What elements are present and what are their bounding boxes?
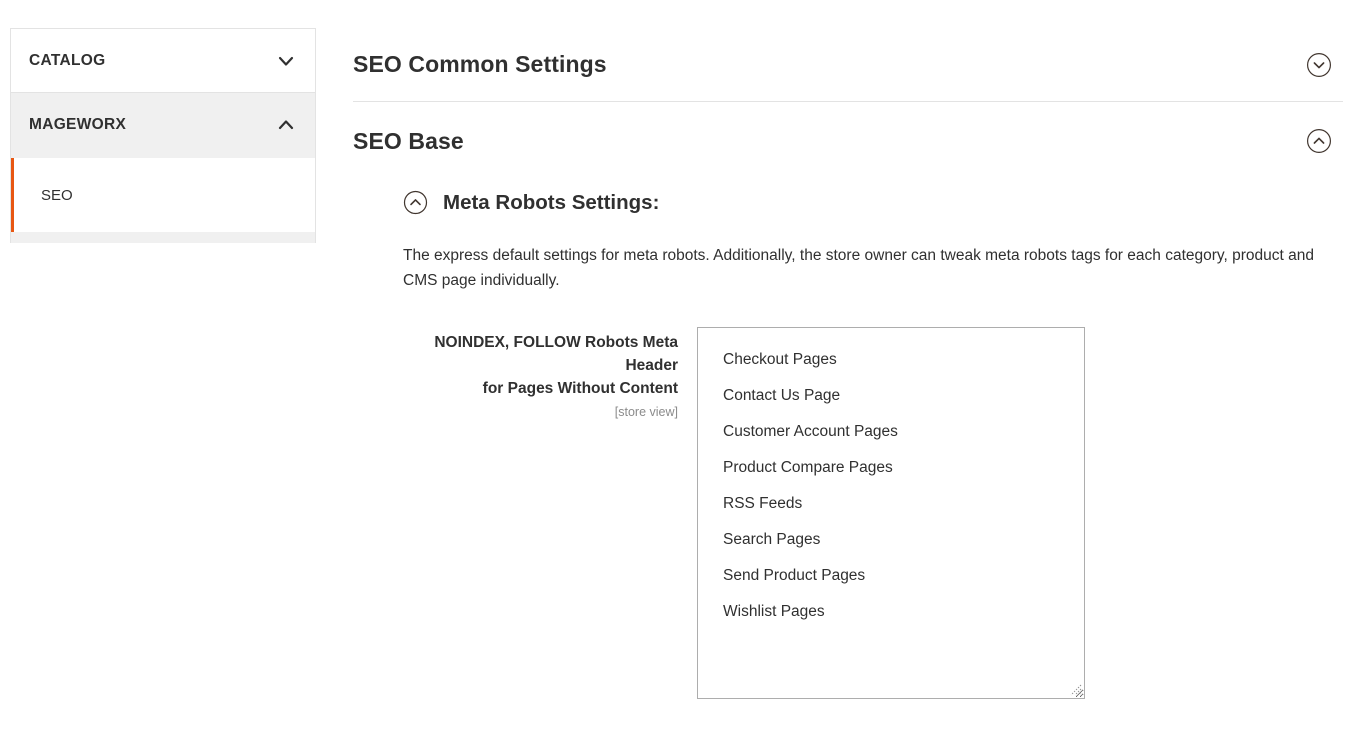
circle-chevron-down-icon[interactable] bbox=[1306, 52, 1332, 78]
sidebar-item-seo-label: SEO bbox=[41, 186, 73, 204]
sidebar-subitems: SEO bbox=[11, 158, 315, 243]
field-row-noindex-follow: NOINDEX, FOLLOW Robots Meta Header for P… bbox=[403, 327, 1343, 699]
fieldset-legend-label: Meta Robots Settings: bbox=[443, 190, 660, 214]
fieldset-comment: The express default settings for meta ro… bbox=[403, 247, 1314, 289]
chevron-up-icon bbox=[275, 114, 297, 136]
field-scope-store-view: [store view] bbox=[614, 405, 678, 419]
fieldset-meta-robots: Meta Robots Settings: The express defaul… bbox=[353, 180, 1343, 699]
sidebar-section-mageworx[interactable]: MAGEWORX bbox=[11, 93, 315, 157]
field-label-cell: NOINDEX, FOLLOW Robots Meta Header for P… bbox=[403, 327, 697, 422]
multiselect-option[interactable]: Customer Account Pages bbox=[698, 414, 1084, 450]
multiselect-option[interactable]: RSS Feeds bbox=[698, 486, 1084, 522]
section-seo-base[interactable]: SEO Base bbox=[353, 102, 1343, 180]
field-label-line-1: NOINDEX, FOLLOW Robots Meta bbox=[434, 334, 678, 351]
sidebar-item-seo[interactable]: SEO bbox=[11, 158, 315, 232]
admin-config-page: CATALOG MAGEWORX SEO SEO Common Settings… bbox=[0, 0, 1363, 737]
multiselect-option[interactable]: Checkout Pages bbox=[698, 342, 1084, 378]
section-seo-common-settings[interactable]: SEO Common Settings bbox=[353, 28, 1343, 102]
multiselect-option-list: Checkout Pages Contact Us Page Customer Ac… bbox=[698, 342, 1084, 630]
multiselect-option[interactable]: Product Compare Pages bbox=[698, 450, 1084, 486]
field-label-line-2: Header bbox=[625, 357, 678, 374]
config-sidebar-nav: CATALOG MAGEWORX SEO bbox=[10, 28, 316, 243]
multiselect-option[interactable]: Send Product Pages bbox=[698, 558, 1084, 594]
field-control-cell: Checkout Pages Contact Us Page Customer Ac… bbox=[697, 327, 1085, 699]
multiselect-option[interactable]: Search Pages bbox=[698, 522, 1084, 558]
multiselect-noindex-follow-pages[interactable]: Checkout Pages Contact Us Page Customer Ac… bbox=[697, 327, 1085, 699]
field-label-line-3: for Pages Without Content bbox=[482, 380, 678, 397]
field-label-noindex-follow: NOINDEX, FOLLOW Robots Meta Header for P… bbox=[403, 331, 678, 422]
multiselect-option[interactable]: Contact Us Page bbox=[698, 378, 1084, 414]
circle-chevron-up-icon bbox=[403, 190, 428, 215]
circle-chevron-up-icon[interactable] bbox=[1306, 128, 1332, 154]
sidebar-section-catalog-label: CATALOG bbox=[29, 51, 106, 69]
fieldset-legend-meta-robots[interactable]: Meta Robots Settings: bbox=[403, 190, 1343, 215]
multiselect-option[interactable]: Wishlist Pages bbox=[698, 594, 1084, 630]
sidebar-section-catalog[interactable]: CATALOG bbox=[11, 29, 315, 93]
section-seo-common-settings-title: SEO Common Settings bbox=[353, 51, 607, 77]
resize-handle-icon[interactable] bbox=[1068, 682, 1082, 696]
section-seo-base-title: SEO Base bbox=[353, 127, 464, 154]
config-main-content: SEO Common Settings SEO Base Meta Robots… bbox=[353, 28, 1343, 699]
chevron-down-icon bbox=[275, 50, 297, 72]
sidebar-section-mageworx-label: MAGEWORX bbox=[29, 116, 127, 133]
